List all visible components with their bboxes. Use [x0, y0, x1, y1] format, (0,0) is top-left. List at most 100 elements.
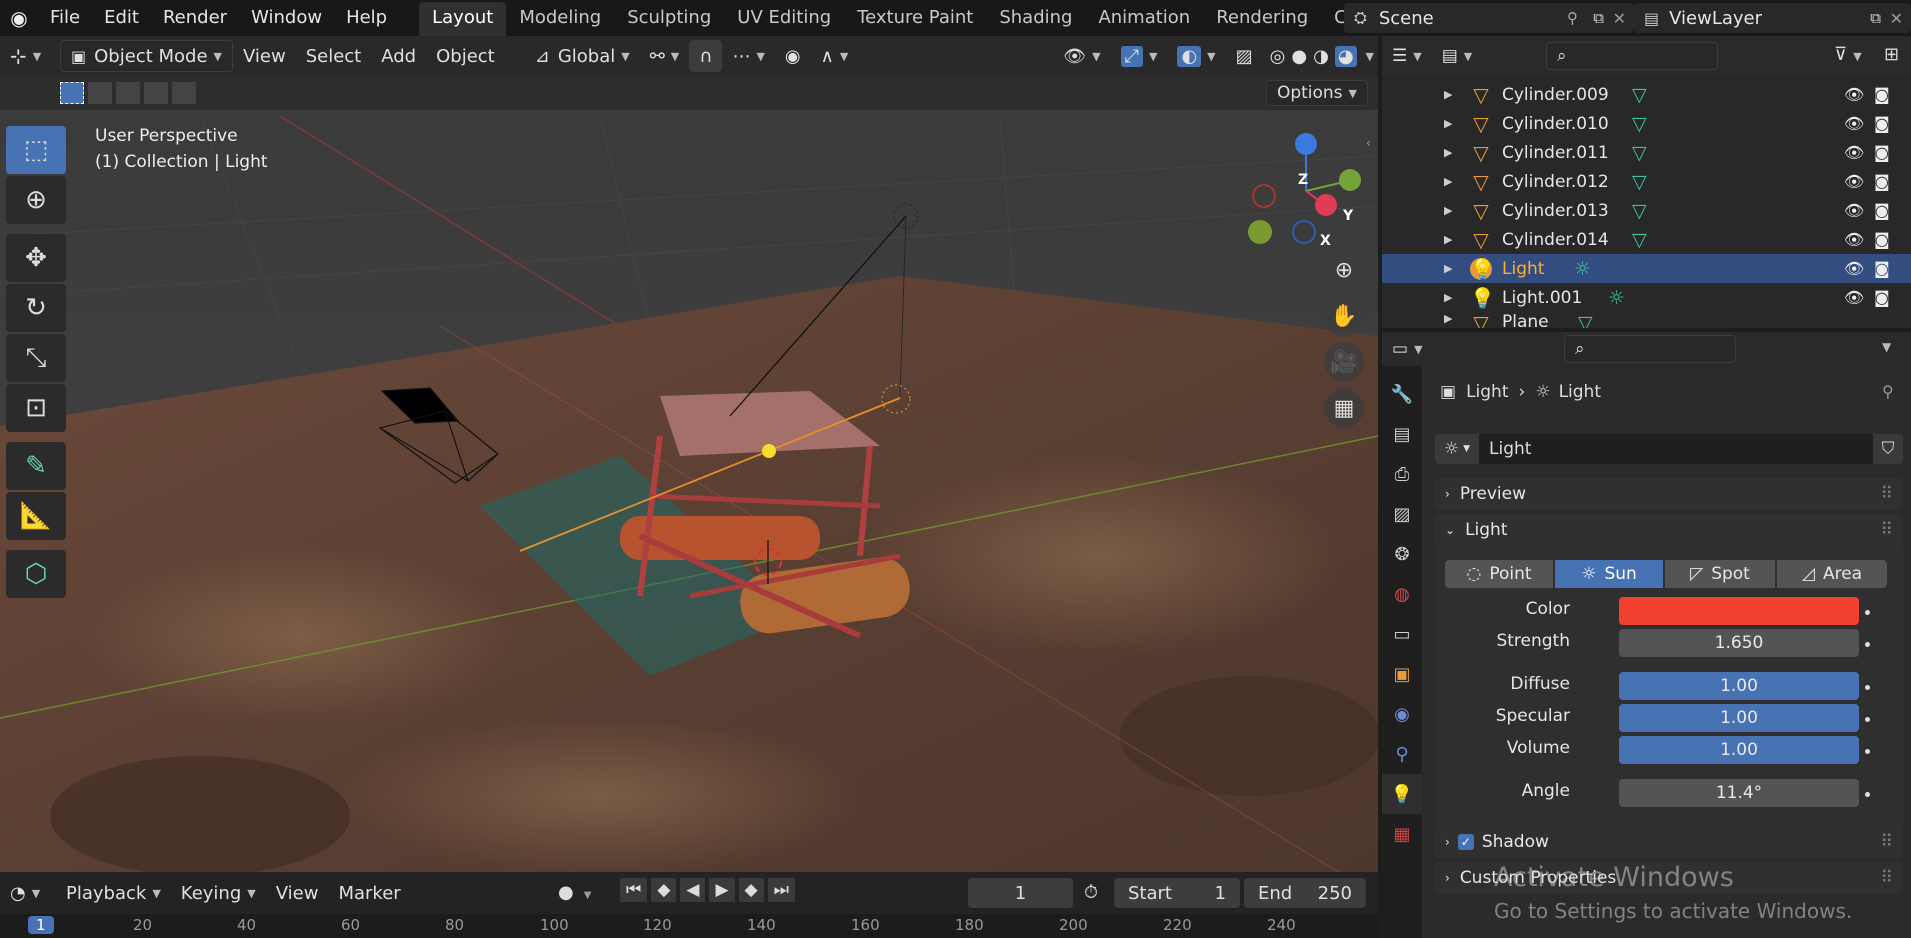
overlay-toggle[interactable]: ◐ ▼ [1167, 40, 1225, 72]
tool-tab[interactable]: 🔧 [1382, 374, 1422, 414]
camera-icon[interactable]: ◙ [1874, 143, 1890, 162]
eye-icon[interactable]: 👁 [1844, 201, 1864, 220]
measure-tool[interactable]: 📐 [6, 492, 66, 540]
color-swatch[interactable] [1619, 597, 1859, 625]
physics-tab[interactable]: ◉ [1382, 694, 1422, 734]
drag-handle-icon[interactable]: ⠿ [1881, 832, 1893, 852]
properties-editor-type[interactable]: ▭ ▼ [1382, 333, 1433, 365]
constraints-tab[interactable]: ⚲ [1382, 734, 1422, 774]
mode-dropdown[interactable]: ▣ Object Mode ▼ [60, 40, 233, 72]
menu-file[interactable]: File [38, 0, 92, 36]
expand-icon[interactable]: ▶ [1444, 262, 1452, 275]
expand-icon[interactable]: ▶ [1444, 88, 1452, 101]
outliner-editor-type[interactable]: ☰ ▼ [1382, 40, 1432, 72]
eye-icon[interactable]: 👁 [1844, 230, 1864, 249]
zoom-button[interactable]: ⊕ [1324, 250, 1364, 290]
scene-tab[interactable]: ❂ [1382, 534, 1422, 574]
expand-icon[interactable]: ▶ [1444, 233, 1452, 246]
select-invert-icon[interactable] [144, 82, 168, 104]
volume-field[interactable]: 1.00 [1619, 736, 1859, 764]
keyframe-dot[interactable] [1865, 642, 1870, 647]
new-view-layer-icon[interactable]: ⧉ [1870, 9, 1881, 27]
eye-icon[interactable]: 👁 [1844, 172, 1864, 191]
jump-end-icon[interactable]: ⏭ [767, 878, 795, 902]
eye-icon[interactable]: 👁 [1844, 85, 1864, 104]
wireframe-icon[interactable]: ◎ [1270, 46, 1286, 67]
blender-logo-icon[interactable]: ◉ [0, 0, 38, 36]
outliner-row[interactable]: ▶ ▽ Cylinder.009 ▽ 👁 ◙ [1382, 80, 1911, 109]
collection-tab[interactable]: ▭ [1382, 614, 1422, 654]
type-spot-button[interactable]: ◸ Spot [1665, 560, 1775, 588]
options-dropdown[interactable]: Options ▼ [1265, 80, 1368, 106]
view-layer-tab[interactable]: ▨ [1382, 494, 1422, 534]
outliner-row[interactable]: ▶ ▽ Cylinder.014 ▽ 👁 ◙ [1382, 225, 1911, 254]
snap-toggle[interactable]: ∩ [689, 40, 723, 72]
object-tab[interactable]: ▣ [1382, 654, 1422, 694]
keying-dropdown[interactable]: Keying ▼ [171, 877, 266, 909]
transform-tool[interactable]: ⊡ [6, 384, 66, 432]
camera-view-button[interactable]: 🎥 [1324, 342, 1364, 382]
type-point-button[interactable]: ◌ Point [1445, 560, 1553, 588]
ortho-toggle-button[interactable]: ▦ [1324, 388, 1364, 428]
select-new-icon[interactable] [60, 82, 84, 104]
outliner-row-selected[interactable]: ▶ 💡 Light ☼ 👁 ◙ [1382, 254, 1911, 283]
tab-texture-paint[interactable]: Texture Paint [844, 0, 986, 36]
select-box-tool[interactable]: ⬚ [6, 126, 66, 174]
view-layer-selector[interactable]: ▤ ViewLayer ⧉ ✕ [1634, 3, 1911, 33]
timeline-menu-view[interactable]: View [266, 877, 329, 909]
menu-edit[interactable]: Edit [92, 0, 151, 36]
expand-icon[interactable]: ▶ [1444, 146, 1452, 159]
menu-view[interactable]: View [233, 40, 296, 72]
pin-icon[interactable]: ⚲ [1567, 9, 1578, 27]
tab-sculpting[interactable]: Sculpting [614, 0, 724, 36]
cursor-tool[interactable]: ⊕ [6, 176, 66, 224]
drag-handle-icon[interactable]: ⠿ [1881, 520, 1893, 540]
playhead[interactable]: 1 [28, 916, 54, 934]
filter-dropdown[interactable]: ⊽ ▼ [1834, 44, 1862, 65]
drag-handle-icon[interactable]: ⠿ [1881, 484, 1893, 504]
expand-icon[interactable]: ▶ [1444, 204, 1452, 217]
next-keyframe-icon[interactable]: ◆ [738, 878, 764, 902]
rendered-icon[interactable]: ◕ [1334, 45, 1357, 67]
tab-shading[interactable]: Shading [986, 0, 1085, 36]
shadow-panel-header[interactable]: › ✓ Shadow ⠿ [1435, 826, 1903, 858]
outliner-row[interactable]: ▶ ▽ Cylinder.011 ▽ 👁 ◙ [1382, 138, 1911, 167]
options-chevron-icon[interactable]: ▼ [1882, 340, 1891, 354]
menu-select[interactable]: Select [296, 40, 372, 72]
outliner-row[interactable]: ▶ ▽ Plane ▽ [1382, 312, 1911, 328]
play-icon[interactable]: ▶ [709, 878, 735, 902]
camera-icon[interactable]: ◙ [1874, 114, 1890, 133]
datablock-selector[interactable]: ☼ ▼ Light ⛉ [1435, 434, 1903, 464]
keyframe-dot[interactable] [1865, 717, 1870, 722]
axis-z-label[interactable]: Z [1298, 172, 1308, 188]
light-data-tab[interactable]: 💡 [1382, 774, 1422, 814]
camera-icon[interactable]: ◙ [1874, 201, 1890, 220]
pan-button[interactable]: ✋ [1324, 296, 1364, 336]
keyframe-dot[interactable] [1865, 792, 1870, 797]
menu-window[interactable]: Window [239, 0, 334, 36]
camera-icon[interactable]: ◙ [1874, 288, 1890, 307]
record-icon[interactable]: ● ▼ [558, 882, 591, 903]
axis-y-label[interactable]: Y [1343, 208, 1353, 224]
eye-icon[interactable]: 👁 [1844, 288, 1864, 307]
material-preview-icon[interactable]: ◑ [1313, 46, 1329, 67]
sidebar-toggle-icon[interactable]: ‹ [1366, 136, 1371, 150]
playback-dropdown[interactable]: Playback ▼ [56, 877, 171, 909]
timeline-menu-marker[interactable]: Marker [328, 877, 410, 909]
menu-render[interactable]: Render [151, 0, 239, 36]
tab-rendering[interactable]: Rendering [1203, 0, 1321, 36]
menu-help[interactable]: Help [334, 0, 399, 36]
outliner-row[interactable]: ▶ ▽ Cylinder.010 ▽ 👁 ◙ [1382, 109, 1911, 138]
menu-object[interactable]: Object [426, 40, 505, 72]
tab-layout[interactable]: Layout [419, 2, 507, 38]
proportional-toggle[interactable]: ◉ [775, 40, 811, 72]
pivot-dropdown[interactable]: ⚯ ▼ [640, 40, 690, 72]
type-area-button[interactable]: ◿ Area [1777, 560, 1887, 588]
diffuse-field[interactable]: 1.00 [1619, 672, 1859, 700]
add-cube-tool[interactable]: ⬡ [6, 550, 66, 598]
sun-icon[interactable]: ☼ ▼ [1435, 434, 1479, 464]
stopwatch-icon[interactable]: ⏱ [1084, 882, 1098, 903]
specular-field[interactable]: 1.00 [1619, 704, 1859, 732]
pin-icon[interactable]: ⚲ [1882, 382, 1894, 401]
fake-user-shield-icon[interactable]: ⛉ [1873, 434, 1903, 464]
